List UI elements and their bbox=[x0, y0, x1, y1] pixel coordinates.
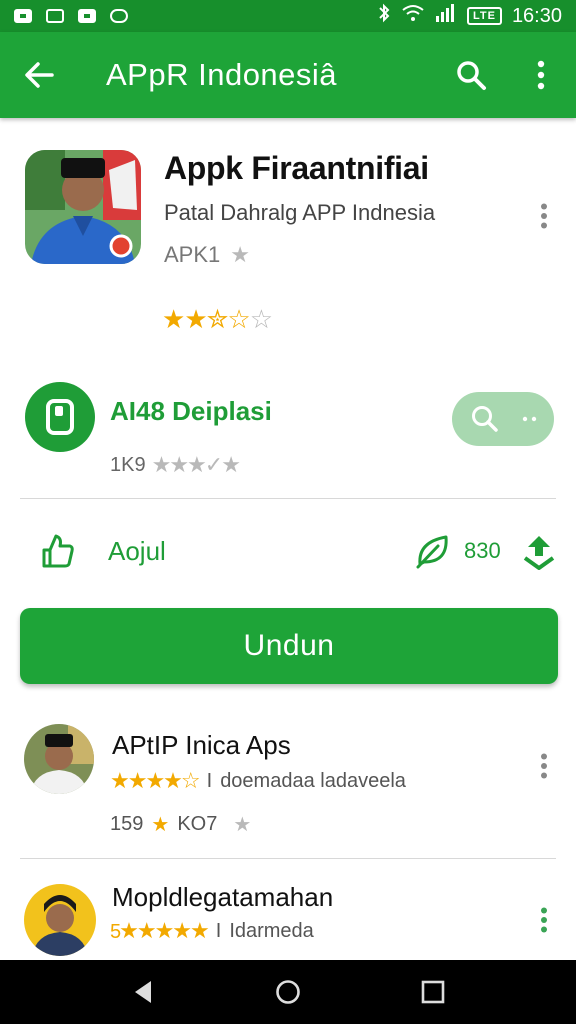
list-item-title: Mopldlegatamahan bbox=[112, 882, 334, 912]
system-icons: LTE 16:30 bbox=[377, 3, 562, 29]
list-item-separator: I bbox=[206, 769, 213, 792]
star-outline-icon: ☆ bbox=[249, 304, 273, 334]
list-item-rating-prefix: 5 bbox=[110, 921, 121, 943]
status-bar: LTE 16:30 bbox=[0, 0, 576, 32]
message-notification-icon bbox=[78, 9, 96, 23]
install-button[interactable]: Undun bbox=[20, 608, 558, 684]
list-item-more-button[interactable] bbox=[530, 748, 558, 784]
navigation-bar bbox=[0, 960, 576, 1024]
download-button[interactable] bbox=[522, 532, 556, 575]
share-label[interactable]: Aojul bbox=[108, 536, 166, 567]
more-horiz-icon bbox=[522, 416, 537, 422]
thumb-up-icon bbox=[42, 534, 74, 568]
apk-label: APK1 bbox=[164, 242, 221, 267]
actions-row: Aojul 830 bbox=[0, 500, 576, 604]
list-item-category: doemadaa ladaveela bbox=[220, 769, 406, 792]
rating-stars: ★★✮☆☆ bbox=[162, 304, 273, 335]
battery-icon: LTE bbox=[466, 7, 502, 25]
list-item-more-button[interactable] bbox=[530, 902, 558, 938]
arrow-back-icon bbox=[25, 62, 54, 88]
app-notification-icon bbox=[46, 9, 64, 23]
downloads-title: AI48 Deiplasi bbox=[110, 396, 272, 426]
notification-icons bbox=[14, 9, 128, 23]
star-outline-icon: ☆ bbox=[227, 304, 250, 334]
app-bar: APpR Indonesiâ bbox=[0, 32, 576, 118]
list-item-subrow: 159 ★ KO7 ★ bbox=[110, 812, 251, 837]
circle-home-icon bbox=[276, 980, 300, 1004]
nav-back-button[interactable] bbox=[113, 962, 173, 1022]
nav-recents-button[interactable] bbox=[403, 962, 463, 1022]
list-item-stars: 5★★★★★ bbox=[110, 918, 210, 944]
phone-icon bbox=[46, 399, 74, 435]
downloads-stars: ★★★✓★ bbox=[151, 452, 241, 477]
divider bbox=[20, 498, 556, 499]
divider bbox=[20, 858, 556, 859]
avatar bbox=[24, 724, 94, 794]
star-icon: ★ bbox=[184, 304, 207, 334]
share-button[interactable] bbox=[40, 532, 76, 575]
overflow-menu-button[interactable] bbox=[506, 32, 576, 118]
list-item-count-suffix: KO7 bbox=[177, 813, 218, 835]
wifi-icon bbox=[401, 4, 425, 28]
app-header: Appk Firaantnifiai Patal Dahralg APP Ind… bbox=[0, 118, 576, 368]
star-icon: ★ bbox=[230, 242, 250, 267]
list-item-meta: 5★★★★★ I Idarmeda bbox=[110, 918, 314, 944]
downloads-section: AI48 Deiplasi 1K9 ★★★✓★ bbox=[0, 368, 576, 498]
app-more-button[interactable] bbox=[530, 198, 558, 234]
signal-icon bbox=[435, 4, 457, 28]
triangle-back-icon bbox=[134, 981, 151, 1003]
app-bar-actions bbox=[436, 32, 576, 118]
download-icon bbox=[523, 536, 555, 570]
search-button[interactable] bbox=[436, 32, 506, 118]
downloads-count: 1K9 bbox=[110, 453, 146, 476]
star-half-icon: ✮ bbox=[206, 304, 229, 334]
screen: LTE 16:30 APpR Indonesiâ Appk Firaantnif… bbox=[0, 0, 576, 1024]
downloads-subtitle: 1K9 ★★★✓★ bbox=[110, 452, 241, 478]
clock: 16:30 bbox=[511, 4, 562, 27]
bluetooth-icon bbox=[377, 3, 391, 29]
list-item-separator: I bbox=[215, 919, 222, 942]
search-icon bbox=[457, 61, 486, 90]
list-item-meta: ★★★★☆ I doemadaa ladaveela bbox=[110, 768, 406, 794]
image-notification-icon bbox=[14, 9, 32, 23]
more-vert-icon bbox=[541, 907, 547, 933]
apk-row: APK1 ★ bbox=[164, 242, 250, 268]
chat-notification-icon bbox=[110, 9, 128, 23]
avatar bbox=[24, 884, 96, 956]
star-icon: ★ bbox=[162, 304, 185, 334]
square-recents-icon bbox=[422, 980, 445, 1004]
more-vert-icon bbox=[537, 60, 545, 90]
list-item-rating-stars: ★★★★★ bbox=[119, 918, 210, 943]
action-count: 830 bbox=[464, 538, 501, 563]
leaf-icon bbox=[416, 535, 448, 569]
star-icon: ★ bbox=[233, 814, 252, 836]
app-bar-title: APpR Indonesiâ bbox=[106, 57, 338, 92]
search-icon bbox=[472, 406, 498, 432]
leaf-button[interactable] bbox=[414, 532, 452, 575]
developer-name[interactable]: Patal Dahralg APP Indnesia bbox=[164, 200, 435, 226]
app-name: Appk Firaantnifiai bbox=[164, 150, 429, 186]
list-item-category: Idarmeda bbox=[229, 919, 314, 942]
pill-search-button[interactable] bbox=[452, 392, 554, 446]
list-item-stars: ★★★★☆ bbox=[110, 768, 201, 793]
app-icon[interactable] bbox=[25, 150, 141, 264]
list-item[interactable]: APtIP Inica Aps ★★★★☆ I doemadaa ladavee… bbox=[0, 712, 576, 852]
back-button[interactable] bbox=[0, 32, 78, 118]
list-item-count: 159 bbox=[110, 813, 144, 835]
more-vert-icon bbox=[541, 753, 547, 779]
nav-home-button[interactable] bbox=[258, 962, 318, 1022]
downloads-badge bbox=[25, 382, 95, 452]
star-icon: ★ bbox=[151, 814, 170, 836]
more-vert-icon bbox=[541, 203, 547, 229]
list-item-title: APtIP Inica Aps bbox=[112, 730, 291, 760]
